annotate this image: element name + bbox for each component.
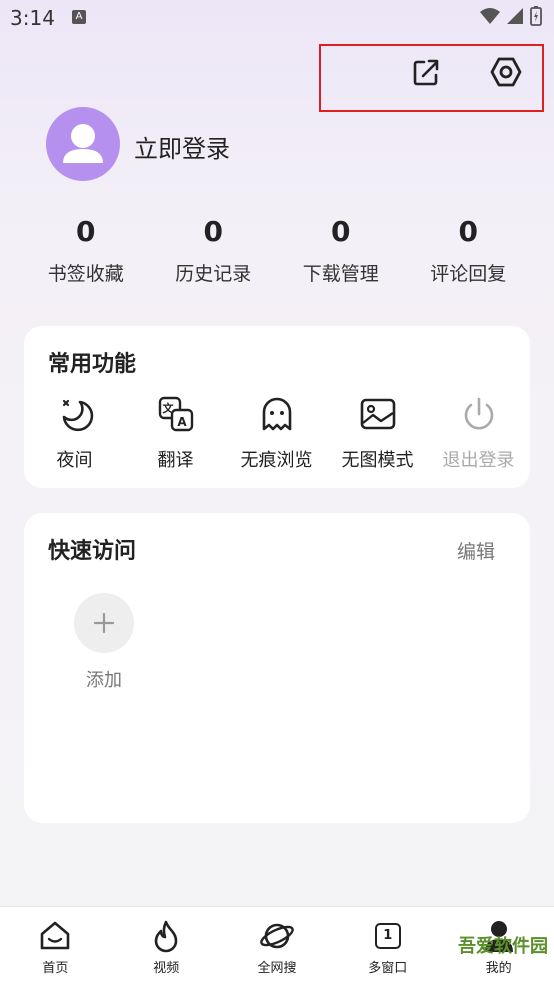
nav-label: 首页 [42, 961, 69, 976]
ghost-icon [262, 397, 291, 431]
svg-text:文: 文 [162, 401, 174, 415]
planet-icon [260, 923, 294, 949]
translate-icon: A 文 [158, 396, 193, 432]
quick-access-title: 快速访问 [48, 539, 137, 564]
func-label: 夜间 [56, 450, 93, 471]
nav-windows[interactable]: 1 多窗口 [332, 907, 443, 985]
nav-search-all[interactable]: 全网搜 [222, 907, 333, 985]
notification-a-icon: A [72, 10, 86, 24]
signal-icon [507, 8, 523, 24]
home-icon [41, 921, 70, 950]
stat-history[interactable]: 0 历史记录 [150, 215, 278, 286]
status-time: 3:14 [10, 6, 55, 30]
no-image-mode-button[interactable]: 无图模式 [327, 394, 428, 472]
watermark-logo: 吾爱软件园 [458, 936, 548, 957]
add-shortcut-button[interactable] [74, 593, 134, 653]
moon-icon [62, 399, 93, 432]
share-icon [413, 59, 439, 86]
share-button[interactable] [408, 54, 444, 90]
battery-icon [530, 6, 542, 26]
stat-value: 0 [203, 215, 223, 248]
settings-hex-icon [490, 57, 522, 87]
login-link[interactable]: 立即登录 [134, 129, 230, 164]
night-mode-button[interactable]: 夜间 [24, 394, 125, 472]
flame-icon [154, 920, 178, 953]
image-icon [360, 398, 395, 430]
incognito-button[interactable]: 无痕浏览 [226, 394, 327, 472]
func-label: 无痕浏览 [240, 450, 313, 471]
stat-label: 书签收藏 [47, 263, 124, 285]
nav-video[interactable]: 视频 [111, 907, 222, 985]
stat-label: 下载管理 [302, 263, 379, 285]
wifi-icon [480, 8, 500, 24]
settings-button[interactable] [488, 54, 524, 90]
user-icon [63, 124, 103, 163]
nav-home[interactable]: 首页 [0, 907, 111, 985]
power-icon [464, 397, 493, 430]
func-label: 退出登录 [442, 450, 515, 471]
stat-bookmarks[interactable]: 0 书签收藏 [22, 215, 150, 286]
svg-text:A: A [177, 415, 187, 429]
stat-downloads[interactable]: 0 下载管理 [277, 215, 405, 286]
stat-value: 0 [331, 215, 351, 248]
nav-label: 我的 [485, 961, 512, 976]
plus-icon [93, 612, 115, 634]
nav-label: 多窗口 [368, 961, 408, 976]
stat-value: 0 [76, 215, 96, 248]
stat-value: 0 [458, 215, 478, 248]
add-shortcut-label: 添加 [86, 670, 122, 691]
common-functions-title: 常用功能 [48, 352, 137, 377]
common-functions-card: 常用功能 夜间 A 文 翻译 无痕浏览 无图模式 退出登录 [24, 326, 530, 488]
nav-label: 视频 [153, 961, 180, 976]
stat-comments[interactable]: 0 评论回复 [405, 215, 533, 286]
stats-row: 0 书签收藏 0 历史记录 0 下载管理 0 评论回复 [22, 215, 532, 286]
stat-label: 评论回复 [430, 263, 507, 285]
window-count-icon: 1 [374, 923, 401, 949]
func-label: 无图模式 [341, 450, 414, 471]
edit-button[interactable]: 编辑 [457, 537, 495, 564]
logout-button[interactable]: 退出登录 [428, 394, 529, 472]
stat-label: 历史记录 [175, 263, 252, 285]
nav-label: 全网搜 [257, 961, 297, 976]
avatar[interactable] [46, 107, 120, 181]
status-icons [480, 6, 542, 26]
quick-access-card: 快速访问 编辑 添加 [24, 513, 530, 823]
func-label: 翻译 [157, 450, 194, 471]
translate-button[interactable]: A 文 翻译 [125, 394, 226, 472]
